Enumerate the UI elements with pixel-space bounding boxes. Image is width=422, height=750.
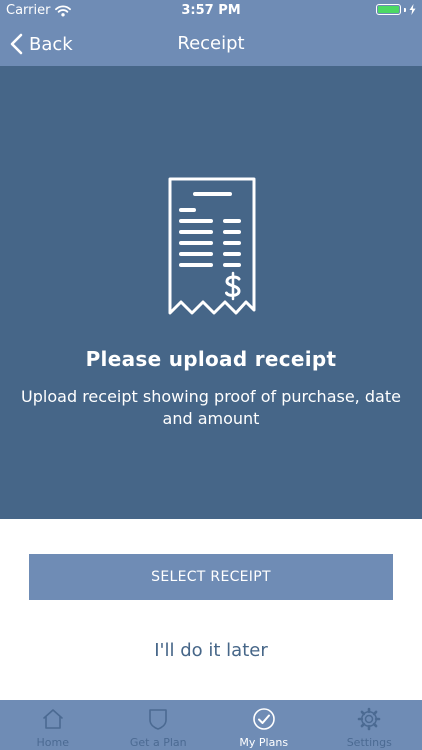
- navigation-bar: Back Receipt: [0, 22, 422, 66]
- battery-level: [378, 6, 399, 13]
- charging-bolt-icon: [409, 4, 416, 15]
- receipt-screen: Carrier 3:57 PM Back Receipt Please uplo…: [0, 0, 422, 750]
- gear-icon: [357, 707, 381, 731]
- check-circle-icon: [252, 708, 275, 730]
- tab-label: Settings: [346, 736, 392, 749]
- tab-label: Home: [36, 736, 69, 749]
- home-icon: [42, 709, 63, 729]
- status-bar: Carrier 3:57 PM: [0, 0, 422, 22]
- battery-tip: [404, 7, 406, 12]
- do-it-later-link[interactable]: I'll do it later: [0, 640, 422, 661]
- shield-icon: [149, 709, 168, 730]
- upload-description: Upload receipt showing proof of purchase…: [21, 387, 401, 428]
- tab-get-a-plan[interactable]: Get a Plan: [106, 700, 212, 750]
- upload-heading: Please upload receipt: [85, 347, 337, 371]
- receipt-icon: [168, 177, 256, 315]
- battery-icon: [376, 4, 401, 15]
- page-title: Receipt: [177, 33, 245, 54]
- tab-label: My Plans: [239, 736, 289, 749]
- tab-home[interactable]: Home: [0, 700, 106, 750]
- upload-prompt-panel: Please upload receipt Upload receipt sho…: [0, 66, 422, 519]
- status-time: 3:57 PM: [181, 3, 241, 18]
- select-receipt-button[interactable]: SELECT RECEIPT: [29, 554, 393, 600]
- tab-my-plans[interactable]: My Plans: [211, 700, 317, 750]
- tab-settings[interactable]: Settings: [317, 700, 422, 750]
- battery-indicator: [376, 4, 416, 15]
- tab-bar: Home Get a Plan My Plans Settings: [0, 700, 422, 750]
- tab-label: Get a Plan: [129, 736, 187, 749]
